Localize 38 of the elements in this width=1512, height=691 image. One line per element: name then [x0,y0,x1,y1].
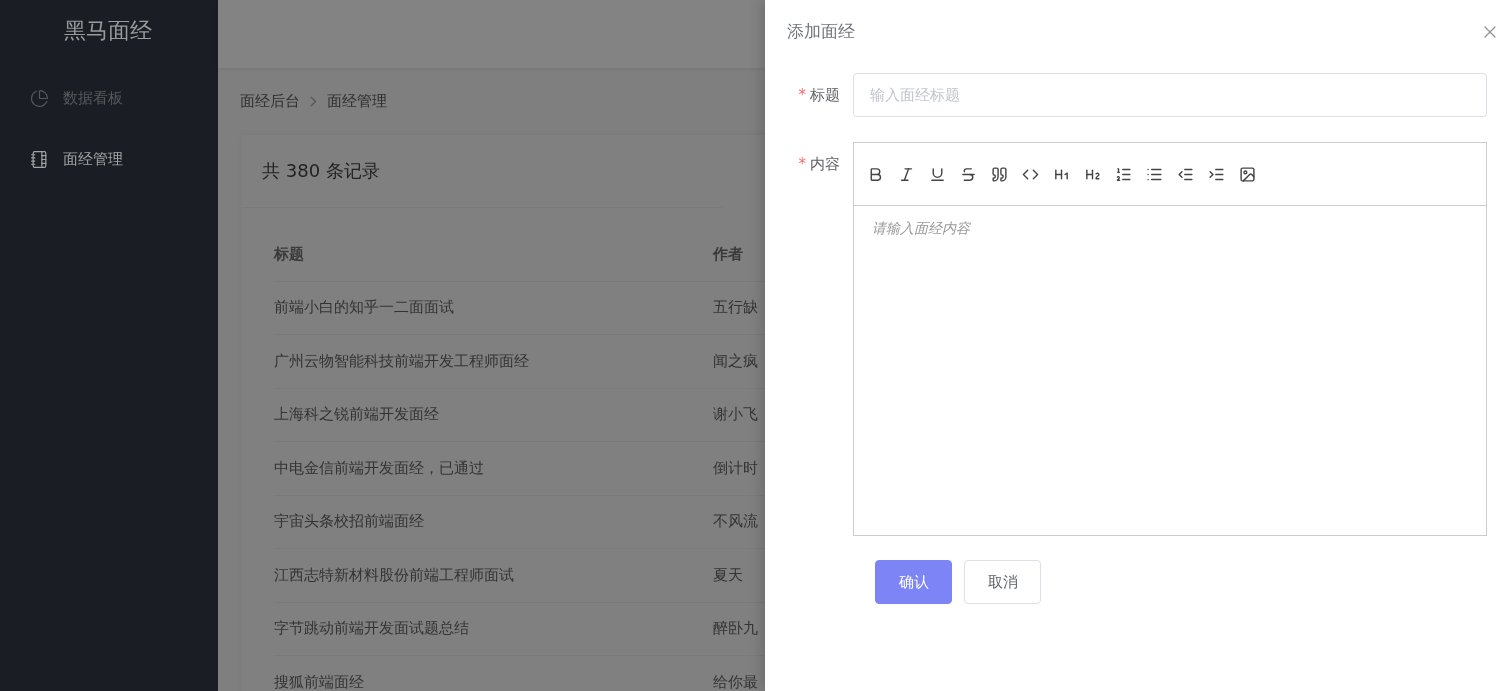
breadcrumb-item[interactable]: 面经后台 [240,92,300,111]
sidebar-item[interactable]: 面经管理 [0,129,218,190]
table-cell-text: 搜狐前端面经 [274,672,365,691]
notebook-icon [30,150,49,169]
table-cell-text: 江西志特新材料股份前端工程师面试 [274,565,515,585]
table-cell-text: 前端小白的知乎一二面面试 [274,298,455,318]
breadcrumb-item[interactable]: 面经管理 [327,92,387,111]
cancel-button[interactable]: 取消 [964,560,1041,604]
required-mark: * [798,85,806,106]
table-cell-text: 上海科之锐前端开发面经 [274,405,440,425]
table-cell-text: 不风流 [713,512,759,532]
drawer-title: 添加面经 [787,20,855,43]
table-cell-text: 谢小飞 [713,405,759,425]
pie-chart-icon [30,89,49,108]
table-cell-text: 闻之疯 [713,351,759,371]
table-cell-text: 宇宙头条校招前端面经 [274,512,425,532]
title-input[interactable]: 输入面经标题 [853,73,1487,117]
chevron-right-icon [310,96,317,107]
table-cell-text: 给你最 [713,672,759,691]
table-cell-text: 夏天 [713,565,744,585]
table-cell-text: 醉卧九 [713,619,759,639]
table-cell-text: 五行缺 [713,298,759,318]
content-input[interactable]: 请输入面经内容 [853,206,1487,536]
column-header: 标题 [274,244,305,264]
confirm-button[interactable]: 确认 [875,560,952,604]
table-cell-text: 倒计时 [713,458,759,478]
table-cell-text: 字节跳动前端开发面试题总结 [274,619,470,639]
table-cell-text: 广州云物智能科技前端开发工程师面经 [274,351,530,371]
sidebar-label: 面经管理 [63,150,123,169]
record-count: 共 380 条记录 [242,135,722,208]
sidebar-item[interactable]: 数据看板 [0,68,218,129]
table-cell-text: 中电金信前端开发面经，已通过 [274,458,485,478]
required-mark: * [798,154,806,175]
field-label: 标题 [810,85,840,106]
sidebar-label: 数据看板 [63,89,123,108]
column-header: 作者 [713,244,744,264]
app-logo: 黑马面经 [63,17,153,45]
field-label: 内容 [810,154,840,175]
